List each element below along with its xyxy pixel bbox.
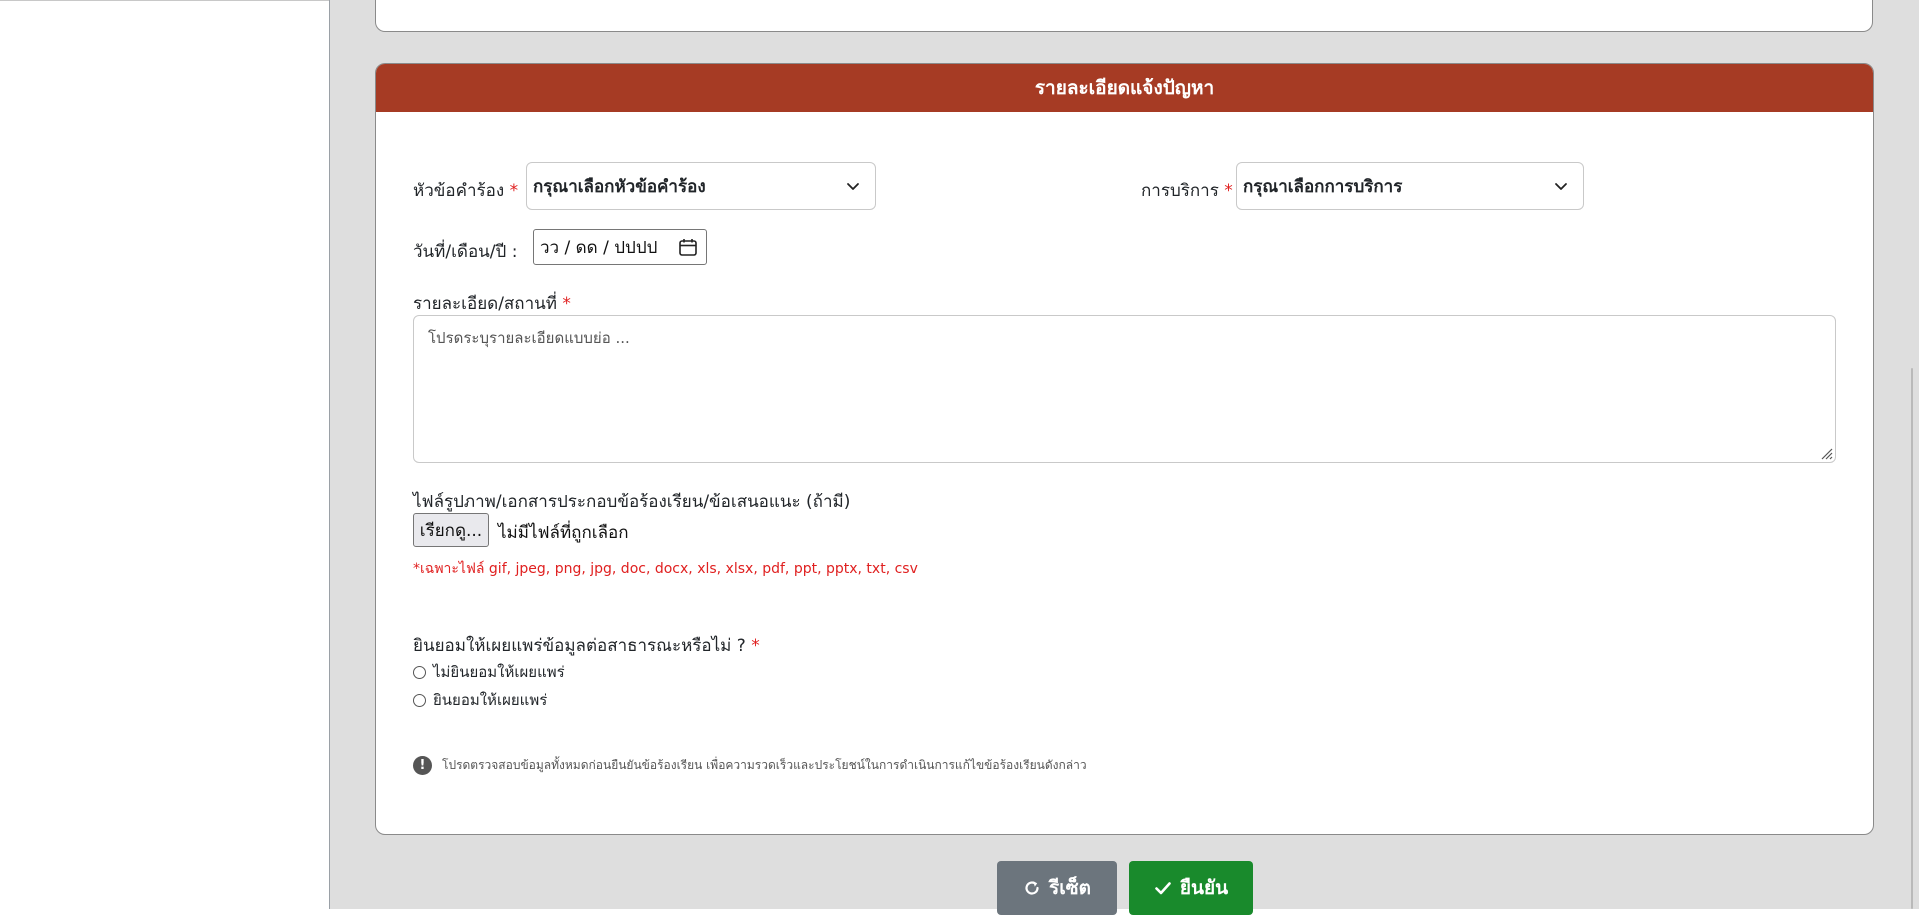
consent-option-label: ยินยอมให้เผยแพร่ [433,691,548,709]
reset-button-label: รีเซ็ต [1049,877,1091,899]
left-sidebar [0,0,330,909]
reset-button[interactable]: รีเซ็ต [997,861,1117,915]
file-types-note: *เฉพาะไฟล์ gif, jpeg, png, jpg, doc, doc… [413,561,918,577]
file-label-text: ไฟล์รูปภาพ/เอกสารประกอบข้อร้องเรียน/ข้อเ… [413,492,801,512]
consent-option-allow[interactable]: ยินยอมให้เผยแพร่ [413,688,547,712]
service-label: การบริการ * [1141,177,1233,204]
service-select-value: กรุณาเลือกการบริการ [1243,176,1403,197]
consent-question-text: ยินยอมให้เผยแพร่ข้อมูลต่อสาธารณะหรือไม่ … [413,636,746,656]
detail-label: รายละเอียด/สถานที่ * [413,290,571,317]
topic-select[interactable]: กรุณาเลือกหัวข้อคำร้อง [526,162,876,210]
previous-card [375,0,1873,32]
topic-select-value: กรุณาเลือกหัวข้อคำร้อง [533,176,706,197]
topic-label: หัวข้อคำร้อง * [413,177,518,204]
browse-file-button[interactable]: เรียกดู... [413,513,489,547]
calendar-icon[interactable] [678,237,698,257]
consent-question: ยินยอมให้เผยแพร่ข้อมูลต่อสาธารณะหรือไม่ … [413,632,760,659]
consent-option-deny[interactable]: ไม่ยินยอมให้เผยแพร่ [413,660,565,684]
required-mark: * [751,636,760,656]
required-mark: * [1224,181,1233,201]
detail-textarea[interactable]: โปรดระบุรายละเอียดแบบย่อ ... [413,315,1836,463]
divider [0,0,329,1]
date-label: วันที่/เดือน/ปี : [413,242,518,262]
scrollbar[interactable] [1906,0,1919,909]
chevron-down-icon [1555,183,1567,190]
card-header: รายละเอียดแจ้งปัญหา [376,64,1873,112]
detail-label-text: รายละเอียด/สถานที่ [413,294,557,314]
date-input[interactable]: วว / ดด / ปปปป [533,229,707,265]
verification-notice: ! โปรดตรวจสอบข้อมูลทั้งหมดก่อนยืนยันข้อร… [413,756,1087,775]
submit-button-label: ยืนยัน [1179,877,1229,899]
topic-label-text: หัวข้อคำร้อง [413,181,505,201]
radio-button[interactable] [413,665,426,679]
required-mark: * [509,181,519,201]
scrollbar-thumb[interactable] [1911,368,1913,909]
file-optional-text: (ถ้ามี) [806,492,851,512]
file-status: ไม่มีไฟล์ที่ถูกเลือก [498,523,629,543]
refresh-icon [1025,881,1039,895]
service-select[interactable]: กรุณาเลือกการบริการ [1236,162,1584,210]
notice-text: โปรดตรวจสอบข้อมูลทั้งหมดก่อนยืนยันข้อร้อ… [442,758,1087,772]
radio-button[interactable] [413,693,426,707]
required-mark: * [562,294,571,314]
issue-details-card: รายละเอียดแจ้งปัญหา หัวข้อคำร้อง * กรุณา… [375,63,1874,835]
check-icon [1155,882,1171,895]
info-icon: ! [413,756,432,775]
chevron-down-icon [847,183,859,190]
file-label: ไฟล์รูปภาพ/เอกสารประกอบข้อร้องเรียน/ข้อเ… [413,488,850,515]
service-label-text: การบริการ [1141,181,1219,201]
resize-handle-icon[interactable] [1819,446,1833,460]
detail-placeholder: โปรดระบุรายละเอียดแบบย่อ ... [428,329,630,347]
submit-button[interactable]: ยืนยัน [1129,861,1253,915]
date-input-value: วว / ดด / ปปปป [540,237,658,258]
card-header-title: รายละเอียดแจ้งปัญหา [1034,77,1215,99]
consent-option-label: ไม่ยินยอมให้เผยแพร่ [433,663,565,681]
